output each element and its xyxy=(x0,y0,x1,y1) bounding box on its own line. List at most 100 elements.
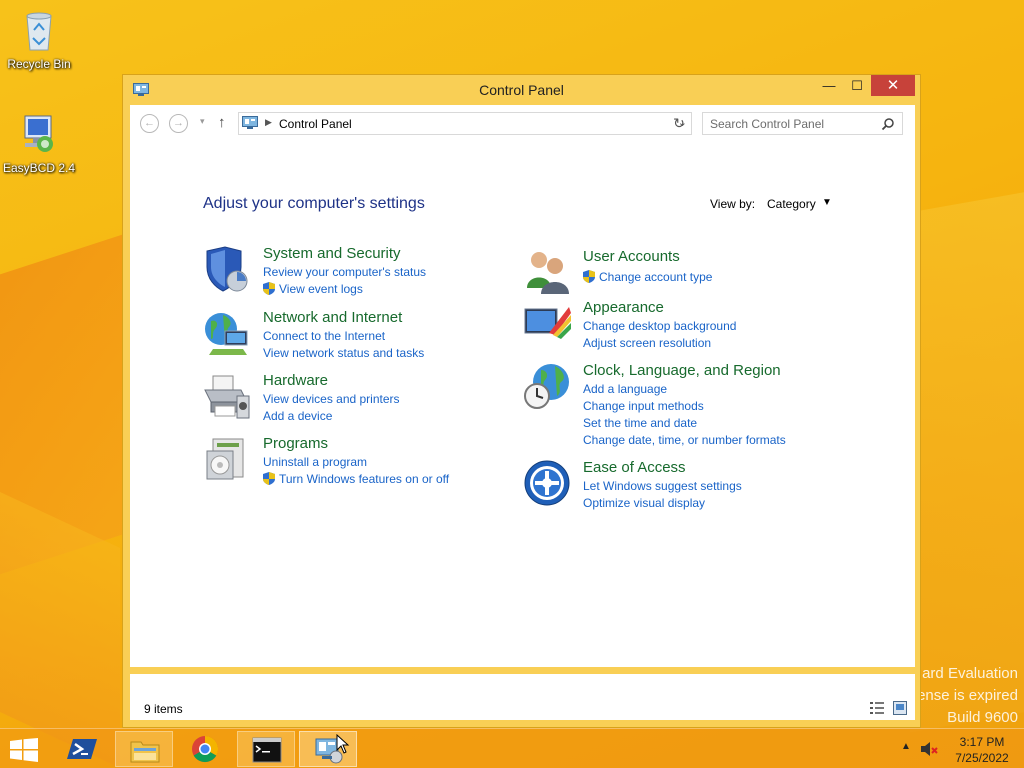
link-screen-resolution[interactable]: Adjust screen resolution xyxy=(583,336,711,350)
start-button[interactable] xyxy=(0,731,58,767)
link-text[interactable]: Connect to the Internet xyxy=(263,329,385,343)
powershell-icon xyxy=(67,739,97,759)
link-text[interactable]: Change date, time, or number formats xyxy=(583,433,786,447)
link-text[interactable]: Change account type xyxy=(599,270,712,284)
control-panel-window: Control Panel — ☐ ✕ ← → ▾ ↑ ▶ Control Pa… xyxy=(122,74,921,728)
link-view-event-logs[interactable]: View event logs xyxy=(263,282,363,296)
link-add-device[interactable]: Add a device xyxy=(263,409,332,423)
link-text[interactable]: View event logs xyxy=(279,282,363,296)
maximize-button[interactable]: ☐ xyxy=(843,75,871,96)
view-by-label: View by: xyxy=(710,197,756,211)
programs-icon[interactable] xyxy=(203,435,251,483)
window-title: Control Panel xyxy=(479,82,564,98)
link-text[interactable]: Optimize visual display xyxy=(583,496,705,510)
link-formats[interactable]: Change date, time, or number formats xyxy=(583,433,786,447)
watermark-line: ard Evaluation xyxy=(922,665,1018,682)
printer-icon[interactable] xyxy=(203,372,251,420)
cmd-icon xyxy=(252,737,282,763)
link-add-language[interactable]: Add a language xyxy=(583,382,667,396)
users-icon[interactable] xyxy=(523,248,571,296)
security-shield-icon[interactable] xyxy=(203,245,251,293)
refresh-icon[interactable]: ↻ xyxy=(670,114,688,132)
minimize-button[interactable]: — xyxy=(815,75,843,96)
link-text[interactable]: Add a language xyxy=(583,382,667,396)
link-optimize-visual-display[interactable]: Optimize visual display xyxy=(583,496,705,510)
forward-arrow-icon[interactable]: → xyxy=(169,114,188,133)
category-title[interactable]: Hardware xyxy=(263,372,328,389)
appearance-icon[interactable] xyxy=(523,299,571,347)
back-arrow-icon[interactable]: ← xyxy=(140,114,159,133)
category-title[interactable]: Network and Internet xyxy=(263,309,402,326)
address-bar[interactable]: ▶ Control Panel ⌄ xyxy=(238,112,692,135)
evaluation-watermark: ard Evaluation ense is expired Build 960… xyxy=(917,663,1018,729)
uac-shield-icon xyxy=(583,270,595,283)
desktop-wallpaper-shape xyxy=(910,187,1024,733)
link-text[interactable]: Review your computer's status xyxy=(263,265,426,279)
breadcrumb[interactable]: Control Panel xyxy=(279,117,352,131)
large-icons-view-icon[interactable] xyxy=(893,701,907,715)
link-text[interactable]: Let Windows suggest settings xyxy=(583,479,742,493)
view-by-dropdown[interactable]: Category xyxy=(767,197,816,211)
window-content: ← → ▾ ↑ ▶ Control Panel ⌄ ↻ Search Contr… xyxy=(130,105,915,667)
link-desktop-background[interactable]: Change desktop background xyxy=(583,319,736,333)
link-review-computer-status[interactable]: Review your computer's status xyxy=(263,265,426,279)
link-text[interactable]: View network status and tasks xyxy=(263,346,424,360)
taskbar-powershell[interactable] xyxy=(53,731,111,767)
link-text[interactable]: Uninstall a program xyxy=(263,455,367,469)
clock-globe-icon[interactable] xyxy=(523,362,571,410)
link-change-account-type[interactable]: Change account type xyxy=(583,270,712,284)
recent-locations-icon[interactable]: ▾ xyxy=(200,116,205,127)
link-connect-internet[interactable]: Connect to the Internet xyxy=(263,329,385,343)
uac-shield-icon xyxy=(263,282,275,295)
category-title[interactable]: Clock, Language, and Region xyxy=(583,362,781,379)
chevron-down-icon[interactable]: ▼ xyxy=(822,197,832,208)
breadcrumb-chevron-icon[interactable]: ▶ xyxy=(265,117,272,128)
link-input-methods[interactable]: Change input methods xyxy=(583,399,704,413)
search-input[interactable]: Search Control Panel xyxy=(702,112,903,135)
link-devices-printers[interactable]: View devices and printers xyxy=(263,392,400,406)
clock-date: 7/25/2022 xyxy=(955,751,1009,765)
desktop-icon-easybcd[interactable]: EasyBCD 2.4 xyxy=(1,112,77,175)
link-windows-features[interactable]: Turn Windows features on or off xyxy=(263,472,449,486)
link-suggest-settings[interactable]: Let Windows suggest settings xyxy=(583,479,742,493)
category-title[interactable]: Appearance xyxy=(583,299,664,316)
taskbar-file-explorer[interactable] xyxy=(115,731,173,767)
link-text[interactable]: Change input methods xyxy=(583,399,704,413)
desktop-icon-label: EasyBCD 2.4 xyxy=(2,161,76,175)
taskbar: ▲ 3:17 PM 7/25/2022 xyxy=(0,728,1024,768)
windows-logo-icon xyxy=(10,738,38,762)
mouse-cursor-icon xyxy=(336,734,350,754)
link-text[interactable]: Add a device xyxy=(263,409,332,423)
link-text[interactable]: Adjust screen resolution xyxy=(583,336,711,350)
details-view-icon[interactable] xyxy=(869,701,885,715)
category-title[interactable]: User Accounts xyxy=(583,248,680,265)
link-text[interactable]: Turn Windows features on or off xyxy=(279,472,449,486)
uac-shield-icon xyxy=(263,472,275,485)
close-button[interactable]: ✕ xyxy=(871,75,915,96)
taskbar-chrome[interactable] xyxy=(176,731,234,767)
show-hidden-icons-icon[interactable]: ▲ xyxy=(901,741,911,752)
link-text[interactable]: Set the time and date xyxy=(583,416,697,430)
link-network-status[interactable]: View network status and tasks xyxy=(263,346,424,360)
category-title[interactable]: Programs xyxy=(263,435,328,452)
desktop-icon-recycle-bin[interactable]: Recycle Bin xyxy=(1,8,77,71)
system-clock[interactable]: 3:17 PM 7/25/2022 xyxy=(944,734,1020,766)
search-icon[interactable] xyxy=(881,117,895,131)
link-text[interactable]: View devices and printers xyxy=(263,392,400,406)
taskbar-command-prompt[interactable] xyxy=(237,731,295,767)
folder-icon xyxy=(130,741,160,763)
desktop-icon-label: Recycle Bin xyxy=(7,57,71,71)
ease-of-access-icon[interactable] xyxy=(523,459,571,507)
category-title[interactable]: System and Security xyxy=(263,245,401,262)
link-time-date[interactable]: Set the time and date xyxy=(583,416,697,430)
page-title: Adjust your computer's settings xyxy=(203,195,425,212)
easybcd-icon xyxy=(24,115,53,152)
volume-muted-icon[interactable] xyxy=(920,741,938,757)
link-text[interactable]: Change desktop background xyxy=(583,319,736,333)
up-arrow-icon[interactable]: ↑ xyxy=(218,114,226,131)
control-panel-icon xyxy=(242,116,258,129)
network-globe-icon[interactable] xyxy=(203,309,251,357)
link-uninstall-program[interactable]: Uninstall a program xyxy=(263,455,367,469)
title-bar[interactable]: Control Panel — ☐ ✕ xyxy=(123,75,920,105)
category-title[interactable]: Ease of Access xyxy=(583,459,686,476)
